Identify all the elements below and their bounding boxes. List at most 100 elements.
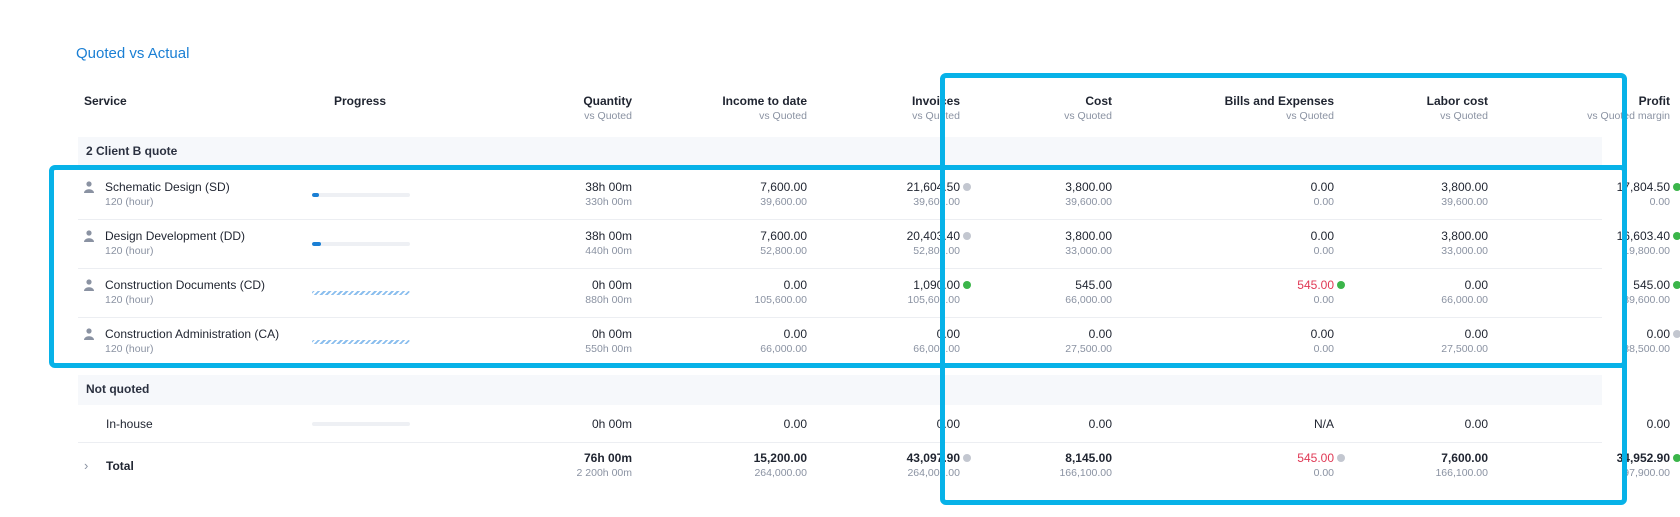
quantity-cell: 38h 00m 330h 00m [458, 179, 632, 209]
header-invoices[interactable]: Invoices vs Quoted [807, 93, 960, 123]
quantity-value: 0h 00m [591, 417, 632, 431]
cost-value: 3,800.00 [1065, 229, 1112, 243]
labor-value: 0.00 [1464, 327, 1488, 341]
cost-value: 545.00 [1075, 278, 1112, 292]
header-service[interactable]: Service [84, 93, 127, 109]
progress-bar [312, 422, 410, 426]
labor-quoted: 66,000.00 [1441, 294, 1488, 306]
bills-quoted: 0.00 [1313, 467, 1334, 479]
labor-cell: 3,800.00 33,000.00 [1334, 228, 1488, 258]
profit-status-dot [1673, 183, 1680, 191]
income-cell: 15,200.00 264,000.00 [632, 450, 807, 480]
income-quoted: 105,600.00 [754, 294, 807, 306]
header-labor[interactable]: Labor cost vs Quoted [1334, 93, 1488, 123]
header-income[interactable]: Income to date vs Quoted [632, 93, 807, 123]
quantity-quoted: 440h 00m [585, 245, 632, 257]
row-divider [78, 219, 1602, 220]
invoices-quoted: 264,000.00 [907, 467, 960, 479]
invoices-quoted: 39,600.00 [913, 196, 960, 208]
cost-quoted: 166,100.00 [1059, 467, 1112, 479]
bills-value: 0.00 [1310, 229, 1334, 243]
service-name[interactable]: Schematic Design (SD) [105, 179, 230, 195]
group-label: Not quoted [86, 382, 150, 396]
bills-quoted: 0.00 [1313, 294, 1334, 306]
service-name[interactable]: Construction Administration (CA) [105, 326, 279, 342]
profit-quoted: 39,600.00 [1623, 294, 1670, 306]
table-row[interactable]: Schematic Design (SD) 120 (hour) 38h 00m… [78, 179, 1680, 213]
bills-cell: 545.00 0.00 [1112, 277, 1334, 307]
profit-cell: 34,952.90 97,900.00 [1488, 450, 1670, 480]
invoices-cell: 21,604.50 39,600.00 [807, 179, 960, 209]
header-bills-label: Bills and Expenses [1224, 94, 1334, 108]
header-quantity[interactable]: Quantity vs Quoted [458, 93, 632, 123]
table-header: Service Progress Quantity vs Quoted Inco… [78, 93, 1670, 129]
labor-cell: 0.00 27,500.00 [1334, 326, 1488, 356]
profit-value: 0.00 [1646, 327, 1670, 341]
header-progress[interactable]: Progress [334, 93, 386, 109]
total-row[interactable]: › Total 76h 00m 2 200h 00m 15,200.00 264,0… [78, 450, 1680, 484]
profit-cell: 0.00 38,500.00 [1488, 326, 1670, 356]
group-header-quoted: 2 Client B quote [78, 137, 1602, 167]
person-icon [84, 328, 94, 340]
labor-quoted: 166,100.00 [1435, 467, 1488, 479]
labor-value: 7,600.00 [1441, 451, 1488, 465]
quantity-value: 0h 00m [591, 327, 632, 341]
table-row[interactable]: Construction Documents (CD) 120 (hour) 0… [78, 277, 1680, 311]
quantity-cell: 76h 00m 2 200h 00m [458, 450, 632, 480]
profit-value: 0.00 [1646, 417, 1670, 431]
income-value: 15,200.00 [753, 451, 807, 465]
progress-fill [312, 193, 319, 197]
income-value: 7,600.00 [760, 180, 807, 194]
income-cell: 0.00 66,000.00 [632, 326, 807, 356]
table-row-inhouse[interactable]: In-house 0h 00m 0.00 0.00 0.00 N/A 0.00 … [78, 416, 1670, 436]
quantity-cell: 0h 00m 550h 00m [458, 326, 632, 356]
service-cell: Construction Documents (CD) 120 (hour) [105, 277, 265, 307]
cost-value: 8,145.00 [1065, 451, 1112, 465]
header-cost[interactable]: Cost vs Quoted [960, 93, 1112, 123]
labor-value: 0.00 [1464, 417, 1488, 431]
service-name[interactable]: Design Development (DD) [105, 228, 245, 244]
invoices-quoted: 105,600.00 [907, 294, 960, 306]
cost-quoted: 66,000.00 [1065, 294, 1112, 306]
profit-value: 16,603.40 [1616, 229, 1670, 243]
header-cost-label: Cost [1085, 94, 1112, 108]
invoices-cell: 1,090.00 105,600.00 [807, 277, 960, 307]
labor-quoted: 33,000.00 [1441, 245, 1488, 257]
table-row[interactable]: Design Development (DD) 120 (hour) 38h 0… [78, 228, 1680, 262]
profit-cell: 17,804.50 0.00 [1488, 179, 1670, 209]
header-quantity-sub: vs Quoted [584, 110, 632, 122]
header-bills[interactable]: Bills and Expenses vs Quoted [1112, 93, 1334, 123]
bills-quoted: 0.00 [1313, 196, 1334, 208]
income-quoted: 39,600.00 [760, 196, 807, 208]
income-value: 0.00 [783, 278, 807, 292]
invoices-value: 20,403.40 [906, 229, 960, 243]
chevron-right-icon[interactable]: › [84, 458, 88, 473]
bills-value: 0.00 [1310, 327, 1334, 341]
header-income-label: Income to date [722, 94, 807, 108]
income-quoted: 264,000.00 [754, 467, 807, 479]
cost-value: 3,800.00 [1065, 180, 1112, 194]
profit-cell: 545.00 39,600.00 [1488, 277, 1670, 307]
labor-cell: 3,800.00 39,600.00 [1334, 179, 1488, 209]
income-cell: 7,600.00 52,800.00 [632, 228, 807, 258]
invoices-cell: 43,097.90 264,000.00 [807, 450, 960, 480]
service-rate: 120 (hour) [105, 343, 154, 355]
header-invoices-label: Invoices [911, 94, 960, 108]
service-name[interactable]: Construction Documents (CD) [105, 277, 265, 293]
invoices-value: 0.00 [936, 417, 960, 431]
header-labor-sub: vs Quoted [1440, 110, 1488, 122]
header-profit[interactable]: Profit vs Quoted margin [1488, 93, 1670, 123]
cost-cell: 3,800.00 33,000.00 [960, 228, 1112, 258]
invoices-value: 1,090.00 [913, 278, 960, 292]
table-row[interactable]: Construction Administration (CA) 120 (ho… [78, 326, 1680, 360]
service-rate: 120 (hour) [105, 294, 154, 306]
service-name[interactable]: In-house [106, 416, 153, 432]
header-invoices-sub: vs Quoted [912, 110, 960, 122]
income-value: 7,600.00 [760, 229, 807, 243]
quantity-value: 38h 00m [585, 180, 632, 194]
header-bills-sub: vs Quoted [1286, 110, 1334, 122]
cost-cell: 3,800.00 39,600.00 [960, 179, 1112, 209]
header-income-sub: vs Quoted [759, 110, 807, 122]
profit-status-dot [1673, 232, 1680, 240]
cost-value: 0.00 [1088, 417, 1112, 431]
